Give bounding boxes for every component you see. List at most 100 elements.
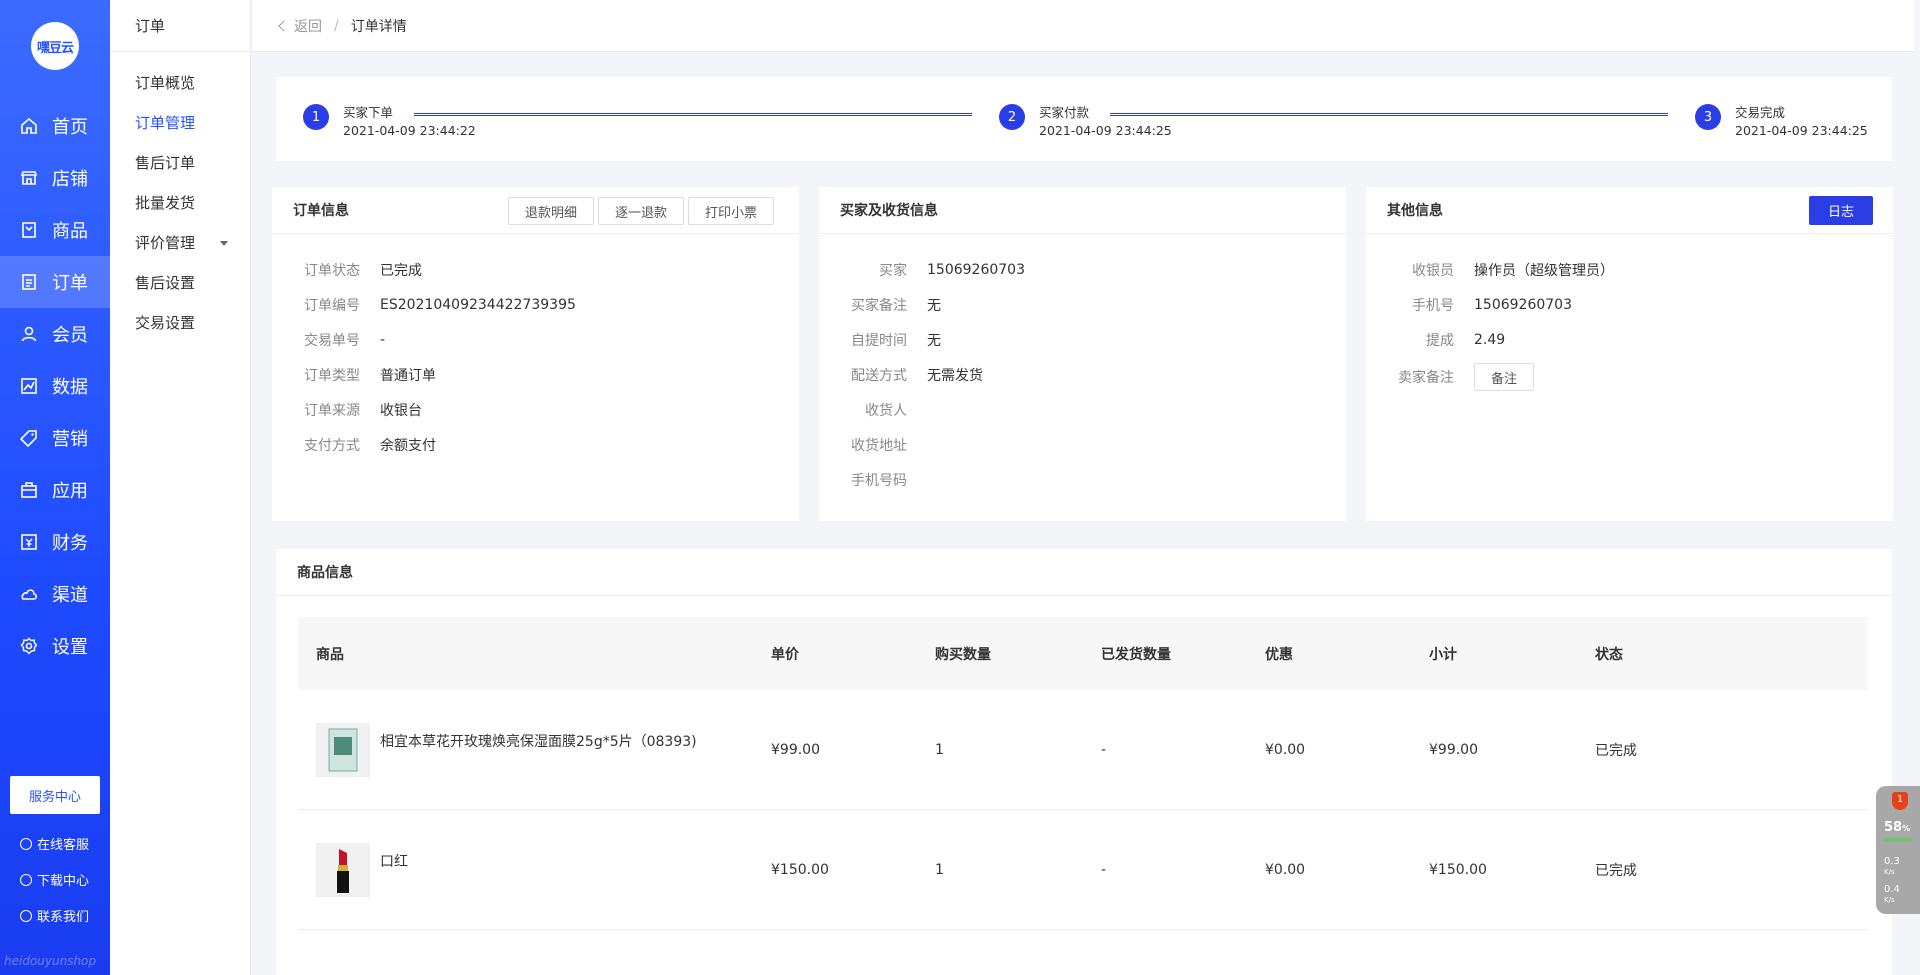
step-time: 2021-04-09 23:44:22 [343,123,476,138]
sub-item-review-manage[interactable]: 评价管理 [110,223,250,263]
shield-badge-icon: 1 [1892,792,1908,810]
brand-logo[interactable]: 嘿豆云 [31,22,79,70]
info-row: 收货人 [819,392,1346,427]
step-text: 买家付款 2021-04-09 23:44:25 [1039,104,1172,140]
page-title: 订单详情 [350,18,407,35]
info-row: 支付方式 余额支付 [272,427,799,462]
percent-unit: % [1902,824,1911,833]
print-receipt-button[interactable]: 打印小票 [687,197,774,225]
download-center-label: 下载中心 [37,874,90,889]
nav-item-member[interactable]: 会员 [0,308,110,360]
nav-item-data[interactable]: 数据 [0,360,110,412]
info-row: 提成 2.49 [1366,322,1893,357]
breadcrumb-separator: / [334,17,339,34]
column-header: 商品 [316,646,344,663]
sub-item-aftersale-order[interactable]: 售后订单 [110,143,250,183]
sub-item-order-overview[interactable]: 订单概览 [110,63,250,103]
nav-item-app[interactable]: 应用 [0,464,110,516]
purchase-qty: 1 [935,861,944,878]
order-info-card: 订单信息 退款明细 逐一退款 打印小票 订单状态 已完成 订单编号 ES202104… [272,187,799,521]
remark-button[interactable]: 备注 [1474,363,1535,391]
product-name[interactable]: 相宜本草花开玫瑰焕亮保湿面膜25g*5片（08393) [380,723,697,751]
column-header: 优惠 [1265,646,1293,663]
status-badge: 已完成 [1595,742,1637,759]
order-info-body: 订单状态 已完成 订单编号 ES20210409234422739395 交易单号 -… [272,234,799,462]
info-row: 交易单号 - [272,322,799,357]
nav-item-store[interactable]: 店铺 [0,152,110,204]
sub-item-trade-settings[interactable]: 交易设置 [110,303,250,343]
download-unit: K/s [1884,896,1895,904]
buyer-info-card: 买家及收货信息 买家 15069260703 买家备注无 自提时间无 配送方式 无需… [819,187,1346,521]
subtotal: ¥99.00 [1429,741,1478,758]
refund-detail-button[interactable]: 退款明细 [507,197,594,225]
nav-item-goods[interactable]: 商品 [0,204,110,256]
nav-item-finance[interactable]: 财务 [0,516,110,568]
table-row: 相宜本草花开玫瑰焕亮保湿面膜25g*5片（08393) ¥99.00 1 - ¥… [298,690,1868,810]
back-link[interactable]: 返回 [278,16,322,36]
other-info-body: 收银员 操作员（超级管理员） 手机号 15069260703 提成 2.49 卖家备注… [1366,234,1893,397]
product-name[interactable]: 口红 [380,843,408,871]
lipstick-icon [337,849,349,893]
percent-readout: 58% [1884,820,1910,835]
nav-item-channel[interactable]: 渠道 [0,568,110,620]
online-service-label: 在线客服 [37,838,90,853]
sub-item-order-manage[interactable]: 订单管理 [110,103,250,143]
percent-bar [1884,838,1912,841]
refund-one-by-one-button[interactable]: 逐一退款 [597,197,684,225]
info-value: 已完成 [380,262,422,279]
network-monitor-widget[interactable]: 1 58% 0.3 K/s 0.4 K/s [1876,786,1920,914]
info-value: 无 [927,332,941,349]
service-center-button[interactable]: 服务中心 [10,776,100,814]
column-header: 单价 [771,646,799,663]
order-actions: 退款明细 逐一退款 打印小票 [507,197,774,225]
info-key: 买家备注 [851,297,907,314]
info-key: 订单来源 [304,402,360,419]
goods-cell: 口红 [316,843,408,897]
order-info-header: 订单信息 退款明细 逐一退款 打印小票 [272,187,799,234]
chevron-left-icon [278,19,290,32]
nav-item-marketing[interactable]: 营销 [0,412,110,464]
online-service-link[interactable]: 在线客服 [20,834,89,853]
nav-item-label: 商品 [52,221,88,242]
info-value: 操作员（超级管理员） [1474,262,1614,279]
step-number: 1 [303,104,329,130]
nav-item-order[interactable]: 订单 [0,256,110,308]
nav-item-home[interactable]: 首页 [0,100,110,152]
info-key: 买家 [879,262,907,279]
nav-item-label: 设置 [52,637,88,658]
product-thumbnail[interactable] [316,723,370,777]
finance-icon [21,534,37,550]
product-thumbnail[interactable] [316,843,370,897]
contact-us-link[interactable]: 联系我们 [20,906,89,925]
chat-icon [20,837,32,850]
nav-item-label: 应用 [52,481,88,502]
info-key: 收货人 [865,402,907,419]
facemask-box-icon [328,728,358,772]
step-label: 交易完成 [1735,105,1786,120]
main-nav: 首页 店铺 商品 订单 会员 数据 营销 应用 财务 渠道 设置 [0,100,110,672]
other-info-card: 其他信息 日志 收银员 操作员（超级管理员） 手机号 15069260703 提成 2… [1366,187,1893,521]
info-row: 手机号 15069260703 [1366,287,1893,322]
info-value: ES20210409234422739395 [380,296,576,313]
step-connector [414,113,972,116]
nav-item-label: 会员 [52,325,88,346]
unit-price: ¥150.00 [771,861,829,878]
gear-icon [20,637,38,655]
order-icon [22,274,36,290]
nav-item-label: 数据 [52,377,88,398]
sub-item-aftersale-settings[interactable]: 售后设置 [110,263,250,303]
buyer-phone-link[interactable]: 15069260703 [927,262,1025,278]
purchase-qty: 1 [935,741,944,758]
download-value: 0.4 [1884,884,1900,895]
card-title: 其他信息 [1387,203,1443,219]
download-center-link[interactable]: 下载中心 [20,870,89,889]
chart-icon [21,378,37,394]
nav-item-settings[interactable]: 设置 [0,620,110,672]
sub-item-batch-ship[interactable]: 批量发货 [110,183,250,223]
log-button[interactable]: 日志 [1808,196,1873,225]
caret-down-icon [220,241,228,246]
contact-us-label: 联系我们 [37,910,90,925]
info-key: 自提时间 [851,332,907,349]
step-time: 2021-04-09 23:44:25 [1735,123,1868,138]
info-row: 卖家备注 备注 [1366,357,1893,397]
